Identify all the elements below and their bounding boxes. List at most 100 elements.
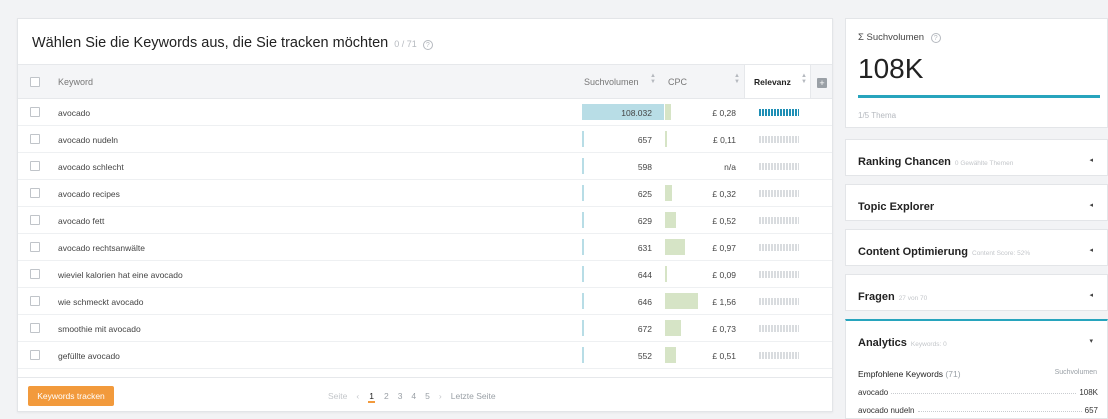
recommended-volume: 108K (1079, 388, 1098, 397)
accordion-analytics[interactable]: Analytics Keywords: 0 ▾ Empfohlene Keywor… (845, 319, 1108, 419)
row-checkbox[interactable] (30, 107, 40, 117)
row-checkbox[interactable] (30, 350, 40, 360)
row-cpc: £ 0,09 (712, 270, 736, 280)
column-cpc[interactable]: CPC (668, 77, 687, 87)
table-row[interactable]: avocado nudeln 657 £ 0,11 (18, 126, 832, 153)
row-checkbox[interactable] (30, 161, 40, 171)
row-checkbox[interactable] (30, 269, 40, 279)
pagination-last-link[interactable]: Letzte Seite (451, 391, 496, 401)
table-row[interactable]: wieviel kalorien hat eine avocado 644 £ 0,… (18, 261, 832, 288)
volume-bar (582, 212, 584, 228)
recommended-title-text: Empfohlene Keywords (858, 369, 944, 379)
accordion-title: Content Optimierung Content Score: 52% (858, 246, 1030, 258)
volume-panel-title: Σ Suchvolumen ? (858, 32, 941, 43)
column-relevance-header[interactable]: Relevanz ▲ ▼ (744, 65, 811, 98)
row-volume: 629 (637, 216, 652, 226)
volume-panel: Σ Suchvolumen ? 108K 1/5 Thema (845, 18, 1108, 128)
chevron-left-icon[interactable]: ◂ (1089, 201, 1093, 209)
chevron-left-icon[interactable]: ◂ (1089, 156, 1093, 164)
row-volume: 646 (637, 297, 652, 307)
table-row[interactable]: avocado recipes 625 £ 0,32 (18, 180, 832, 207)
recommended-keyword: avocado nudeln (858, 406, 915, 415)
accordion-subtitle: 27 von 70 (898, 295, 928, 302)
pagination-next-icon[interactable]: › (439, 391, 442, 401)
table-row[interactable]: avocado fett 629 £ 0,52 (18, 207, 832, 234)
pagination-page-3[interactable]: 3 (398, 391, 403, 403)
column-volume[interactable]: Suchvolumen (584, 77, 639, 87)
accordion-topic-explorer[interactable]: Topic Explorer ◂ (845, 184, 1108, 221)
pagination-page-5[interactable]: 5 (425, 391, 430, 403)
row-keyword: avocado (58, 108, 91, 118)
volume-info-icon[interactable]: ? (930, 33, 941, 43)
cpc-bar (665, 131, 667, 147)
select-all-checkbox[interactable] (30, 77, 40, 87)
add-column-icon[interactable]: + (817, 78, 827, 88)
row-cpc: £ 1,56 (712, 297, 736, 307)
relevance-bar (759, 244, 799, 251)
row-checkbox[interactable] (30, 296, 40, 306)
cpc-bar (665, 239, 685, 255)
volume-panel-title-text: Σ Suchvolumen (858, 32, 925, 43)
pagination-page-2[interactable]: 2 (384, 391, 389, 403)
row-cpc: £ 0,51 (712, 351, 736, 361)
row-volume: 644 (637, 270, 652, 280)
accordion-title: Fragen 27 von 70 (858, 291, 927, 303)
volume-bar (582, 266, 584, 282)
accordion-subtitle: 0 Gewählte Themen (954, 160, 1014, 167)
row-volume: 657 (637, 135, 652, 145)
cpc-bar (665, 212, 676, 228)
relevance-bar (759, 136, 799, 143)
accordion-subtitle: Keywords: 0 (910, 341, 947, 348)
table-row[interactable]: avocado 108.032 £ 0,28 (18, 99, 832, 126)
keyword-table-card: Wählen Sie die Keywords aus, die Sie tra… (17, 18, 833, 412)
row-keyword: wieviel kalorien hat eine avocado (58, 270, 183, 280)
accordion-title-text: Topic Explorer (858, 201, 935, 213)
row-checkbox[interactable] (30, 188, 40, 198)
table-head: Keyword Suchvolumen ▲ ▼ CPC ▲ ▼ Relevanz ▲… (18, 64, 832, 99)
volume-bar (582, 131, 584, 147)
cpc-bar (665, 320, 681, 336)
accordion-content-optimierung[interactable]: Content Optimierung Content Score: 52% ◂ (845, 229, 1108, 266)
row-volume: 672 (637, 324, 652, 334)
row-checkbox[interactable] (30, 134, 40, 144)
recommended-item[interactable]: avocado nudeln 657 (858, 406, 1098, 415)
sort-relevance-icon[interactable]: ▲ ▼ (801, 73, 807, 85)
row-volume: 631 (637, 243, 652, 253)
table-row[interactable]: gefüllte avocado 552 £ 0,51 (18, 342, 832, 369)
pagination-page-1[interactable]: 1 (368, 391, 375, 403)
sort-cpc-icon[interactable]: ▲ ▼ (734, 73, 740, 85)
recommended-keywords-title: Empfohlene Keywords (71) (858, 369, 961, 379)
relevance-bar (759, 163, 799, 170)
recommended-item[interactable]: avocado 108K (858, 388, 1098, 397)
volume-bar (582, 239, 584, 255)
chevron-left-icon[interactable]: ◂ (1089, 291, 1093, 299)
volume-bar (582, 347, 584, 363)
table-row[interactable]: avocado rechtsanwälte 631 £ 0,97 (18, 234, 832, 261)
chevron-left-icon[interactable]: ◂ (1089, 246, 1093, 254)
accordion-fragen[interactable]: Fragen 27 von 70 ◂ (845, 274, 1108, 311)
sort-volume-icon[interactable]: ▲ ▼ (650, 73, 656, 85)
recommended-column-header: Suchvolumen (1054, 369, 1097, 376)
pagination-prev-label: Seite (328, 391, 348, 401)
info-icon[interactable]: ? (422, 40, 433, 50)
row-cpc: £ 0,32 (712, 189, 736, 199)
row-cpc: £ 0,28 (712, 108, 736, 118)
recommended-volume: 657 (1084, 406, 1098, 415)
accordion-ranking-chancen[interactable]: Ranking Chancen 0 Gewählte Themen ◂ (845, 139, 1108, 176)
row-keyword: avocado rechtsanwälte (58, 243, 145, 253)
table-row[interactable]: avocado schlecht 598 n/a (18, 153, 832, 180)
column-keyword[interactable]: Keyword (58, 77, 93, 87)
row-checkbox[interactable] (30, 215, 40, 225)
cpc-bar (665, 347, 676, 363)
row-checkbox[interactable] (30, 242, 40, 252)
table-header: Wählen Sie die Keywords aus, die Sie tra… (32, 35, 433, 51)
chevron-down-icon[interactable]: ▾ (1089, 337, 1093, 345)
pagination-prev-icon[interactable]: ‹ (356, 391, 359, 401)
table-row[interactable]: wie schmeckt avocado 646 £ 1,56 (18, 288, 832, 315)
row-checkbox[interactable] (30, 323, 40, 333)
track-keywords-button[interactable]: Keywords tracken (28, 386, 114, 406)
table-row[interactable]: smoothie mit avocado 672 £ 0,73 (18, 315, 832, 342)
table-footer: Keywords tracken Seite ‹ 12345 › Letzte … (18, 377, 832, 413)
pagination-page-4[interactable]: 4 (411, 391, 416, 403)
accordion-title: Ranking Chancen 0 Gewählte Themen (858, 156, 1013, 168)
